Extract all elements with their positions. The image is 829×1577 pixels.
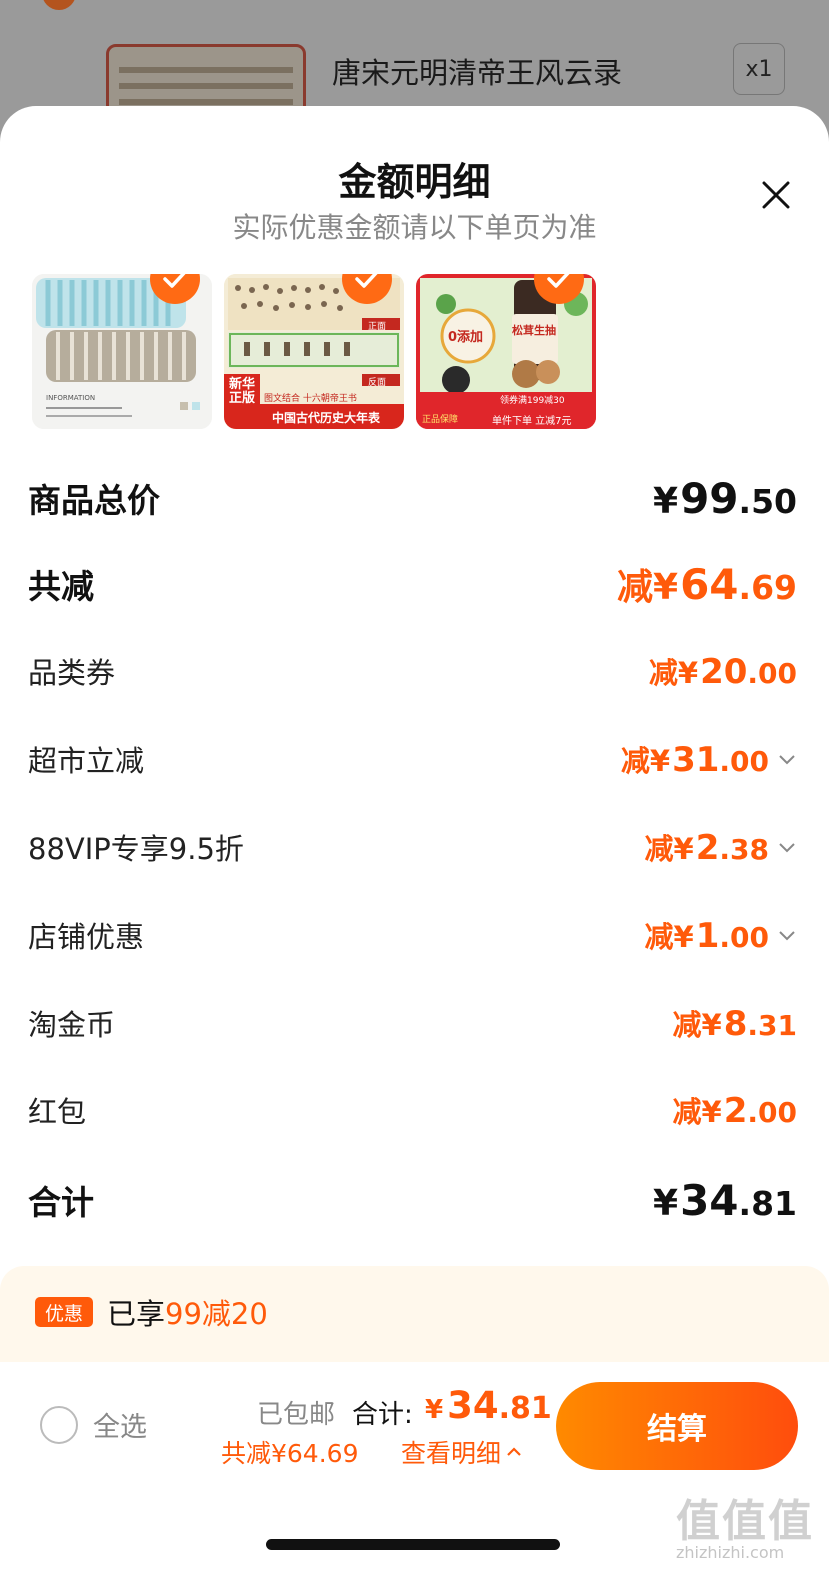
- poster-back-tag: 反面: [368, 378, 387, 388]
- select-all-toggle[interactable]: 全选: [40, 1405, 147, 1444]
- zero-additive-badge: 0添加: [448, 330, 484, 345]
- sheet-subtitle: 实际优惠金额请以下单页为准: [232, 211, 597, 244]
- row-label: 淘金币: [28, 1008, 116, 1042]
- product-thumbnails: INFORMATION 新华 正版 图文结合 十六朝帝王书 正面 反面 中国古代…: [32, 274, 792, 434]
- poster-top-tag: 图文结合 十六朝帝王书: [264, 394, 357, 404]
- row-label: 红包: [28, 1095, 87, 1129]
- row-red-packet: 红包 减¥ 2.00: [28, 1085, 797, 1135]
- check-icon: [547, 274, 570, 288]
- row-value: 减¥ 20.00: [648, 652, 797, 692]
- chevron-down-icon[interactable]: [777, 925, 797, 945]
- check-icon: [355, 274, 378, 288]
- row-label: 店铺优惠: [28, 920, 145, 954]
- select-all-radio[interactable]: [40, 1405, 78, 1444]
- product-thumb-soy-sauce[interactable]: 0添加 松茸生抽 领券满199减30 正品保障 单件下单 立减7元: [416, 274, 596, 429]
- promo-badge: 优惠: [35, 1297, 93, 1327]
- row-goods-total: 商品总价 ¥99.50: [28, 470, 797, 526]
- row-taojinbi: 淘金币 减¥ 8.31: [28, 998, 797, 1048]
- soy-offer: 单件下单 立减7元: [492, 416, 572, 427]
- row-88vip[interactable]: 88VIP专享9.5折 减¥ 2.38: [28, 822, 797, 872]
- soy-guarantee: 正品保障: [422, 415, 459, 425]
- soy-brand: 松茸生抽: [512, 324, 556, 337]
- row-value: 减¥ 31.00: [621, 738, 797, 780]
- chevron-up-icon: [507, 1447, 521, 1456]
- total-amount: ¥34.81: [425, 1384, 552, 1427]
- saved-amount: 共减¥64.69: [221, 1439, 359, 1468]
- chevron-down-icon[interactable]: [777, 749, 797, 769]
- chevron-down-icon[interactable]: [777, 837, 797, 857]
- xinhua-badge: 新华 正版: [228, 377, 255, 406]
- row-value: 减¥ 64.69: [617, 560, 797, 609]
- product-thumb-history-poster[interactable]: 新华 正版 图文结合 十六朝帝王书 正面 反面 中国古代历史大年表: [224, 274, 404, 429]
- cart-quantity[interactable]: x1: [733, 43, 785, 95]
- cart-checkbox-partial: [42, 0, 76, 10]
- poster-front-tag: 正面: [368, 322, 387, 332]
- towel-info-label: INFORMATION: [46, 394, 96, 402]
- row-total-discount: 共减 减¥ 64.69: [28, 556, 797, 612]
- row-label: 合计: [28, 1183, 94, 1222]
- soy-coupon: 领券满199减30: [500, 396, 565, 406]
- row-sum: 合计 ¥34.81: [28, 1172, 797, 1228]
- row-value: ¥34.81: [653, 1175, 797, 1225]
- close-icon: [762, 181, 790, 209]
- view-detail-link[interactable]: 查看明细: [401, 1434, 523, 1470]
- row-label: 共减: [28, 567, 94, 606]
- home-indicator: [266, 1539, 560, 1550]
- row-label: 品类券: [28, 656, 116, 690]
- watermark-url: zhizhizhi.com: [676, 1543, 785, 1562]
- sheet-title: 金额明细: [338, 160, 491, 204]
- checkout-button[interactable]: 结算: [556, 1382, 798, 1470]
- select-all-label: 全选: [93, 1412, 147, 1443]
- total-label: 合计:: [352, 1400, 413, 1430]
- row-category-coupon: 品类券 减¥ 20.00: [28, 646, 797, 696]
- row-value: 减¥ 2.38: [645, 826, 797, 868]
- row-label: 超市立减: [28, 744, 145, 778]
- row-value: 减¥ 8.31: [672, 1004, 797, 1044]
- cart-product-title: 唐宋元明清帝王风云录: [332, 56, 623, 90]
- watermark-logo: 值值值: [676, 1496, 814, 1547]
- promo-text: 已享99减20: [107, 1297, 268, 1331]
- row-value: ¥99.50: [653, 473, 797, 523]
- row-value: 减¥ 2.00: [672, 1091, 797, 1131]
- row-value: 减¥ 1.00: [645, 914, 797, 956]
- close-button[interactable]: [755, 174, 797, 216]
- poster-caption: 中国古代历史大年表: [272, 411, 381, 425]
- product-thumb-towel[interactable]: INFORMATION: [32, 274, 212, 429]
- free-shipping-label: 已包邮: [257, 1400, 336, 1430]
- row-store-discount[interactable]: 店铺优惠 减¥ 1.00: [28, 910, 797, 960]
- row-supermarket[interactable]: 超市立减 减¥ 31.00: [28, 734, 797, 784]
- row-label: 88VIP专享9.5折: [28, 832, 244, 866]
- check-icon: [163, 274, 186, 288]
- row-label: 商品总价: [28, 481, 160, 520]
